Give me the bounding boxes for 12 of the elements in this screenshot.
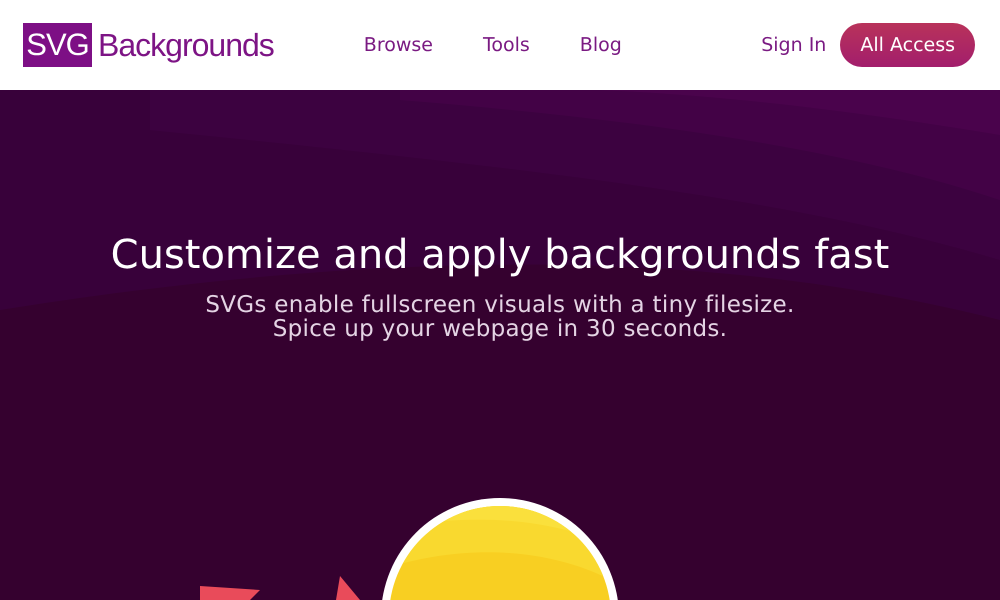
- hero-title: Customize and apply backgrounds fast: [110, 231, 890, 279]
- all-access-button[interactable]: All Access: [840, 23, 975, 67]
- logo[interactable]: SVG Backgrounds: [23, 23, 274, 67]
- nav-link[interactable]: Tools: [482, 34, 530, 56]
- triangle-shape: [200, 586, 260, 600]
- hero-subtitle: SVGs enable fullscreen visuals with a tiny filesize. Spice up your webpage in 30 seconds.: [204, 293, 796, 341]
- logo-wordmark: Backgrounds: [98, 26, 274, 64]
- logo-mark: SVG: [23, 23, 92, 67]
- sign-in-link[interactable]: Sign In: [761, 34, 826, 56]
- triangle-shape: [336, 576, 360, 600]
- nav-link[interactable]: Browse: [364, 34, 433, 56]
- nav-link[interactable]: Blog: [580, 34, 622, 56]
